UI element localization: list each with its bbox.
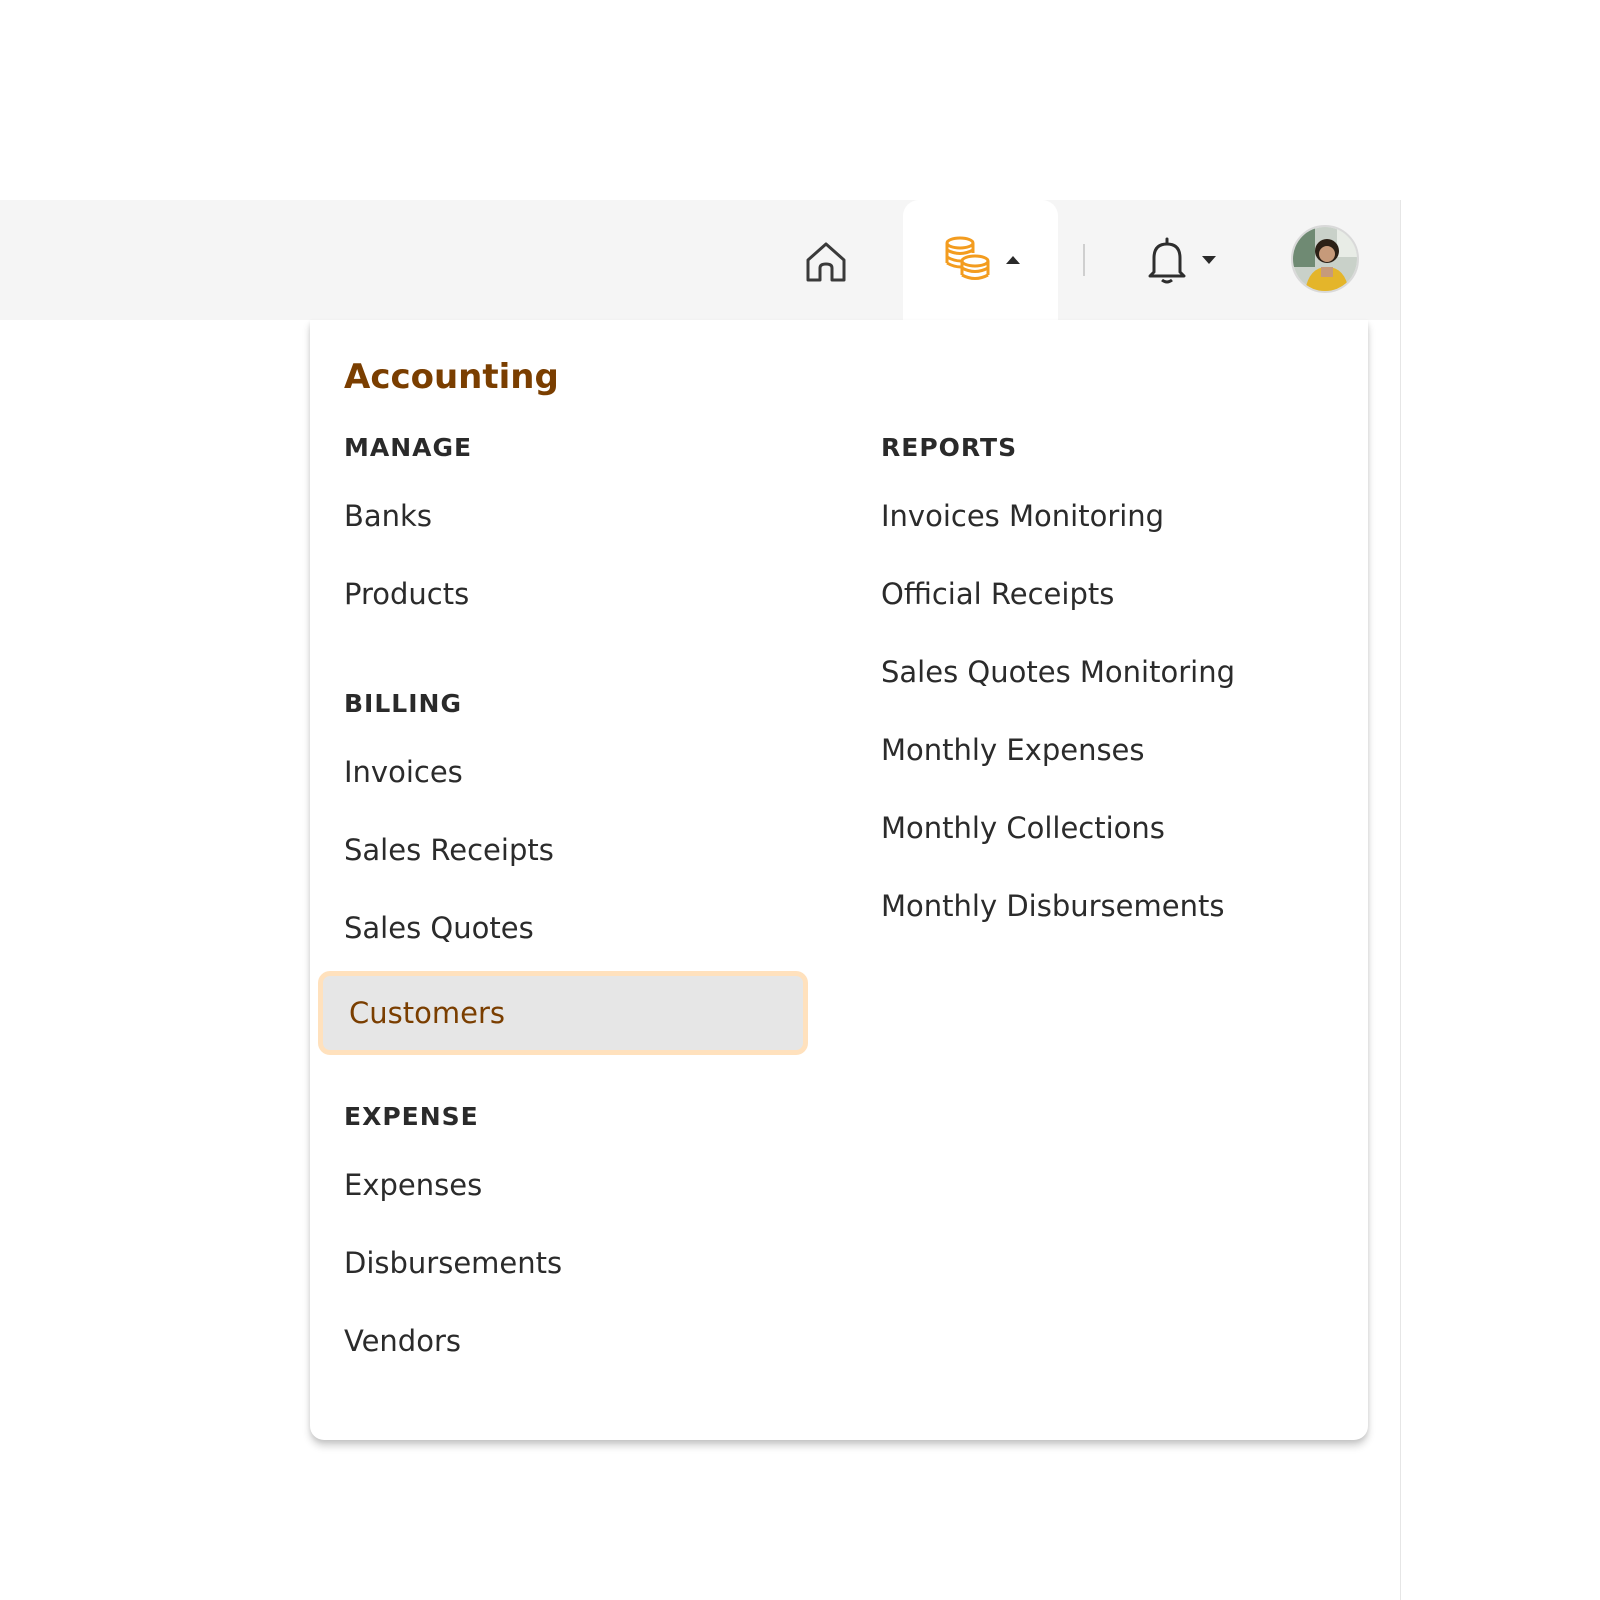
dropdown-title: Accounting xyxy=(344,357,559,397)
menu-item-invoices[interactable]: Invoices xyxy=(344,758,463,787)
menu-item-banks[interactable]: Banks xyxy=(344,502,432,531)
menu-item-monthly-collections[interactable]: Monthly Collections xyxy=(881,814,1165,843)
menu-item-products[interactable]: Products xyxy=(344,580,469,609)
accounting-dropdown-panel: Accounting MANAGE Banks Products BILLING… xyxy=(310,320,1368,1440)
home-button[interactable] xyxy=(800,236,852,288)
menu-item-monthly-expenses[interactable]: Monthly Expenses xyxy=(881,736,1145,765)
menu-item-sales-receipts[interactable]: Sales Receipts xyxy=(344,836,554,865)
menu-item-expenses[interactable]: Expenses xyxy=(344,1171,482,1200)
app-frame: Accounting MANAGE Banks Products BILLING… xyxy=(0,0,1600,1600)
menu-item-disbursements[interactable]: Disbursements xyxy=(344,1249,562,1278)
accounting-menu-tab[interactable] xyxy=(903,200,1058,330)
bell-icon xyxy=(1148,237,1186,284)
notifications-button[interactable] xyxy=(1146,232,1216,288)
section-heading-reports: REPORTS xyxy=(881,433,1018,462)
section-heading-billing: BILLING xyxy=(344,689,462,718)
menu-item-monthly-disbursements[interactable]: Monthly Disbursements xyxy=(881,892,1224,921)
menu-item-invoices-monitoring[interactable]: Invoices Monitoring xyxy=(881,502,1164,531)
caret-up-icon xyxy=(1005,256,1020,264)
section-heading-expense: EXPENSE xyxy=(344,1102,479,1131)
nav-divider xyxy=(1083,244,1085,276)
menu-item-vendors[interactable]: Vendors xyxy=(344,1327,461,1356)
menu-item-sales-quotes-monitoring[interactable]: Sales Quotes Monitoring xyxy=(881,658,1235,687)
page-edge-divider xyxy=(1400,200,1401,1600)
menu-item-customers[interactable]: Customers xyxy=(318,971,808,1055)
menu-item-sales-quotes[interactable]: Sales Quotes xyxy=(344,914,534,943)
home-icon xyxy=(806,242,846,282)
user-avatar[interactable] xyxy=(1291,225,1359,293)
caret-down-icon xyxy=(1202,256,1216,264)
avatar-image xyxy=(1293,227,1357,291)
coins-stack-icon xyxy=(945,236,989,280)
section-heading-manage: MANAGE xyxy=(344,433,473,462)
menu-item-official-receipts[interactable]: Official Receipts xyxy=(881,580,1114,609)
